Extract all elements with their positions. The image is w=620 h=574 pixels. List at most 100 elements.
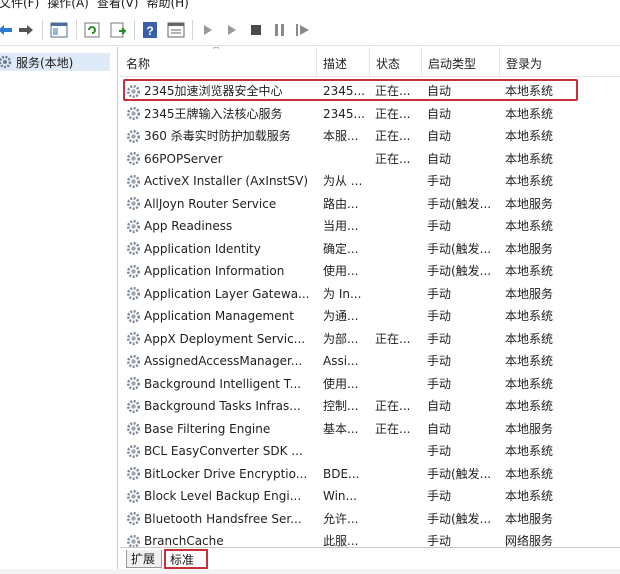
service-logon-as: 本地系统 (505, 466, 554, 481)
service-gear-icon (126, 196, 141, 211)
service-description: 路由... (323, 196, 359, 211)
service-row[interactable]: BranchCache 此服... 手动 网络服务 (120, 530, 620, 547)
service-row[interactable]: AssignedAccessManager... Assi... 手动 本地系统 (120, 350, 620, 372)
service-row[interactable]: Application Identity 确定... 手动(触发... 本地服务 (120, 238, 620, 260)
service-description: 使用... (323, 376, 359, 391)
column-header-status[interactable]: 状态 (370, 47, 422, 77)
tree-node-services-local[interactable]: 服务(本地) (0, 53, 110, 71)
service-row[interactable]: AllJoyn Router Service 路由... 手动(触发... 本地服务 (120, 193, 620, 215)
service-row[interactable]: Application Management 为通... 手动 本地系统 (120, 305, 620, 327)
service-logon-as: 本地系统 (505, 331, 554, 346)
service-status (375, 508, 421, 530)
service-startup-type: 手动(触发... (427, 241, 492, 256)
service-name: Application Layer Gatewa... (144, 286, 310, 301)
service-row[interactable]: AppX Deployment Servic... 为部... 正在... 手动 本地系… (120, 328, 620, 350)
status-strip (0, 569, 620, 574)
service-status (375, 260, 421, 282)
back-arrow-icon[interactable] (0, 20, 14, 40)
service-description: 控制... (323, 399, 359, 413)
menu-view[interactable]: 查看(V) (97, 0, 147, 9)
service-name-cell: AssignedAccessManager... (126, 350, 316, 372)
service-row[interactable]: BCL EasyConverter SDK ... 手动 本地系统 (120, 440, 620, 462)
service-status: 正在... (375, 421, 411, 436)
start-icon[interactable] (200, 20, 216, 40)
service-name: Application Information (144, 264, 285, 278)
service-gear-icon (126, 489, 141, 504)
service-row[interactable]: Bluetooth Handsfree Ser... 允许... 手动(触发... 本… (120, 508, 620, 530)
service-startup-type: 手动 (427, 219, 452, 233)
help-icon[interactable]: ? (140, 20, 160, 40)
service-description: 为部... (323, 331, 359, 346)
service-logon-as: 本地系统 (505, 444, 554, 458)
column-header-logon-as[interactable]: 登录为 (500, 47, 620, 77)
service-status: 正在... (375, 151, 411, 166)
service-status (375, 485, 421, 507)
service-name-cell: 360 杀毒实时防护加载服务 (126, 125, 316, 147)
service-row[interactable]: Block Level Backup Engi... Win... 手动 本地系统 (120, 485, 620, 507)
pause-icon[interactable] (272, 20, 288, 40)
service-startup-type: 手动 (427, 534, 452, 547)
service-row[interactable]: ActiveX Installer (AxInstSV) 为从 ... 手动 本地系统 (120, 170, 620, 192)
service-row[interactable]: Base Filtering Engine 基本... 正在... 自动 本地服务 (120, 418, 620, 440)
service-description: 当用... (323, 219, 359, 233)
service-logon-as: 本地系统 (505, 151, 554, 166)
service-row[interactable]: Background Intelligent T... 使用... 手动 本地系统 (120, 373, 620, 395)
service-gear-icon (126, 354, 141, 369)
column-header-startup-type[interactable]: 启动类型 (422, 47, 500, 77)
service-logon-as: 本地系统 (505, 264, 554, 278)
service-name: 2345王牌输入法核心服务 (144, 106, 283, 121)
service-gear-icon (126, 286, 141, 301)
service-logon-as: 本地系统 (505, 106, 554, 121)
service-gear-icon (126, 511, 141, 526)
service-description: 确定... (323, 241, 359, 256)
console-tree-icon[interactable] (48, 20, 70, 40)
menu-action[interactable]: 操作(A) (47, 0, 97, 9)
service-startup-type: 自动 (427, 399, 452, 413)
service-name-cell: Background Tasks Infras... (126, 395, 316, 417)
service-logon-as: 本地系统 (505, 399, 554, 413)
column-header-description[interactable]: 描述 (317, 47, 370, 77)
service-name-cell: ActiveX Installer (AxInstSV) (126, 170, 316, 192)
service-status: 正在... (375, 129, 411, 143)
service-logon-as: 本地系统 (505, 489, 554, 503)
forward-arrow-icon[interactable] (16, 20, 36, 40)
service-row[interactable]: Application Information 使用... 手动(触发... 本地系统 (120, 260, 620, 282)
service-status: 正在... (375, 106, 411, 121)
service-row[interactable]: Application Layer Gatewa... 为 In... 手动 本地服务 (120, 283, 620, 305)
service-description: 为从 ... (323, 174, 363, 188)
service-name: Application Management (144, 309, 294, 323)
service-description: 本服... (323, 129, 359, 143)
tab-standard[interactable]: 标准 (164, 549, 208, 569)
menu-file[interactable]: 文件(F) (0, 0, 47, 9)
service-startup-type: 自动 (427, 421, 452, 436)
menu-help[interactable]: 帮助(H) (146, 0, 196, 9)
restart-icon[interactable] (294, 20, 312, 40)
service-row[interactable]: 66POPServer 正在... 自动 本地系统 (120, 148, 620, 170)
service-gear-icon (126, 129, 141, 144)
service-row[interactable]: 2345王牌输入法核心服务 2345... 正在... 自动 本地系统 (120, 103, 620, 125)
service-status (375, 215, 421, 237)
column-header-name[interactable]: 名称 ^ (120, 47, 317, 77)
service-logon-as: 本地服务 (505, 241, 554, 256)
start-alt-icon[interactable] (224, 20, 240, 40)
svg-text:?: ? (146, 24, 153, 38)
menu-bar: 文件(F) 操作(A) 查看(V) 帮助(H) (0, 0, 620, 14)
service-startup-type: 手动 (427, 174, 452, 188)
stop-icon[interactable] (248, 20, 264, 40)
toolbar: ? (0, 14, 620, 46)
properties-icon[interactable] (166, 20, 186, 40)
refresh-icon[interactable] (82, 20, 102, 40)
export-list-icon[interactable] (108, 20, 128, 40)
service-startup-type: 自动 (427, 151, 452, 166)
service-name: Bluetooth Handsfree Ser... (144, 511, 302, 526)
service-row[interactable]: 360 杀毒实时防护加载服务 本服... 正在... 自动 本地系统 (120, 125, 620, 147)
service-row[interactable]: App Readiness 当用... 手动 本地系统 (120, 215, 620, 237)
service-row[interactable]: Background Tasks Infras... 控制... 正在... 自动 本地… (120, 395, 620, 417)
service-name-cell: AppX Deployment Servic... (126, 328, 316, 350)
tab-extended[interactable]: 扩展 (126, 550, 162, 568)
service-gear-icon (126, 309, 141, 324)
service-startup-type: 手动(触发... (427, 466, 492, 481)
service-row[interactable]: BitLocker Drive Encryptio... BDE... 手动(触发.… (120, 463, 620, 485)
service-name: AssignedAccessManager... (144, 354, 303, 368)
console-tree-pane: 服务(本地) (0, 47, 118, 569)
